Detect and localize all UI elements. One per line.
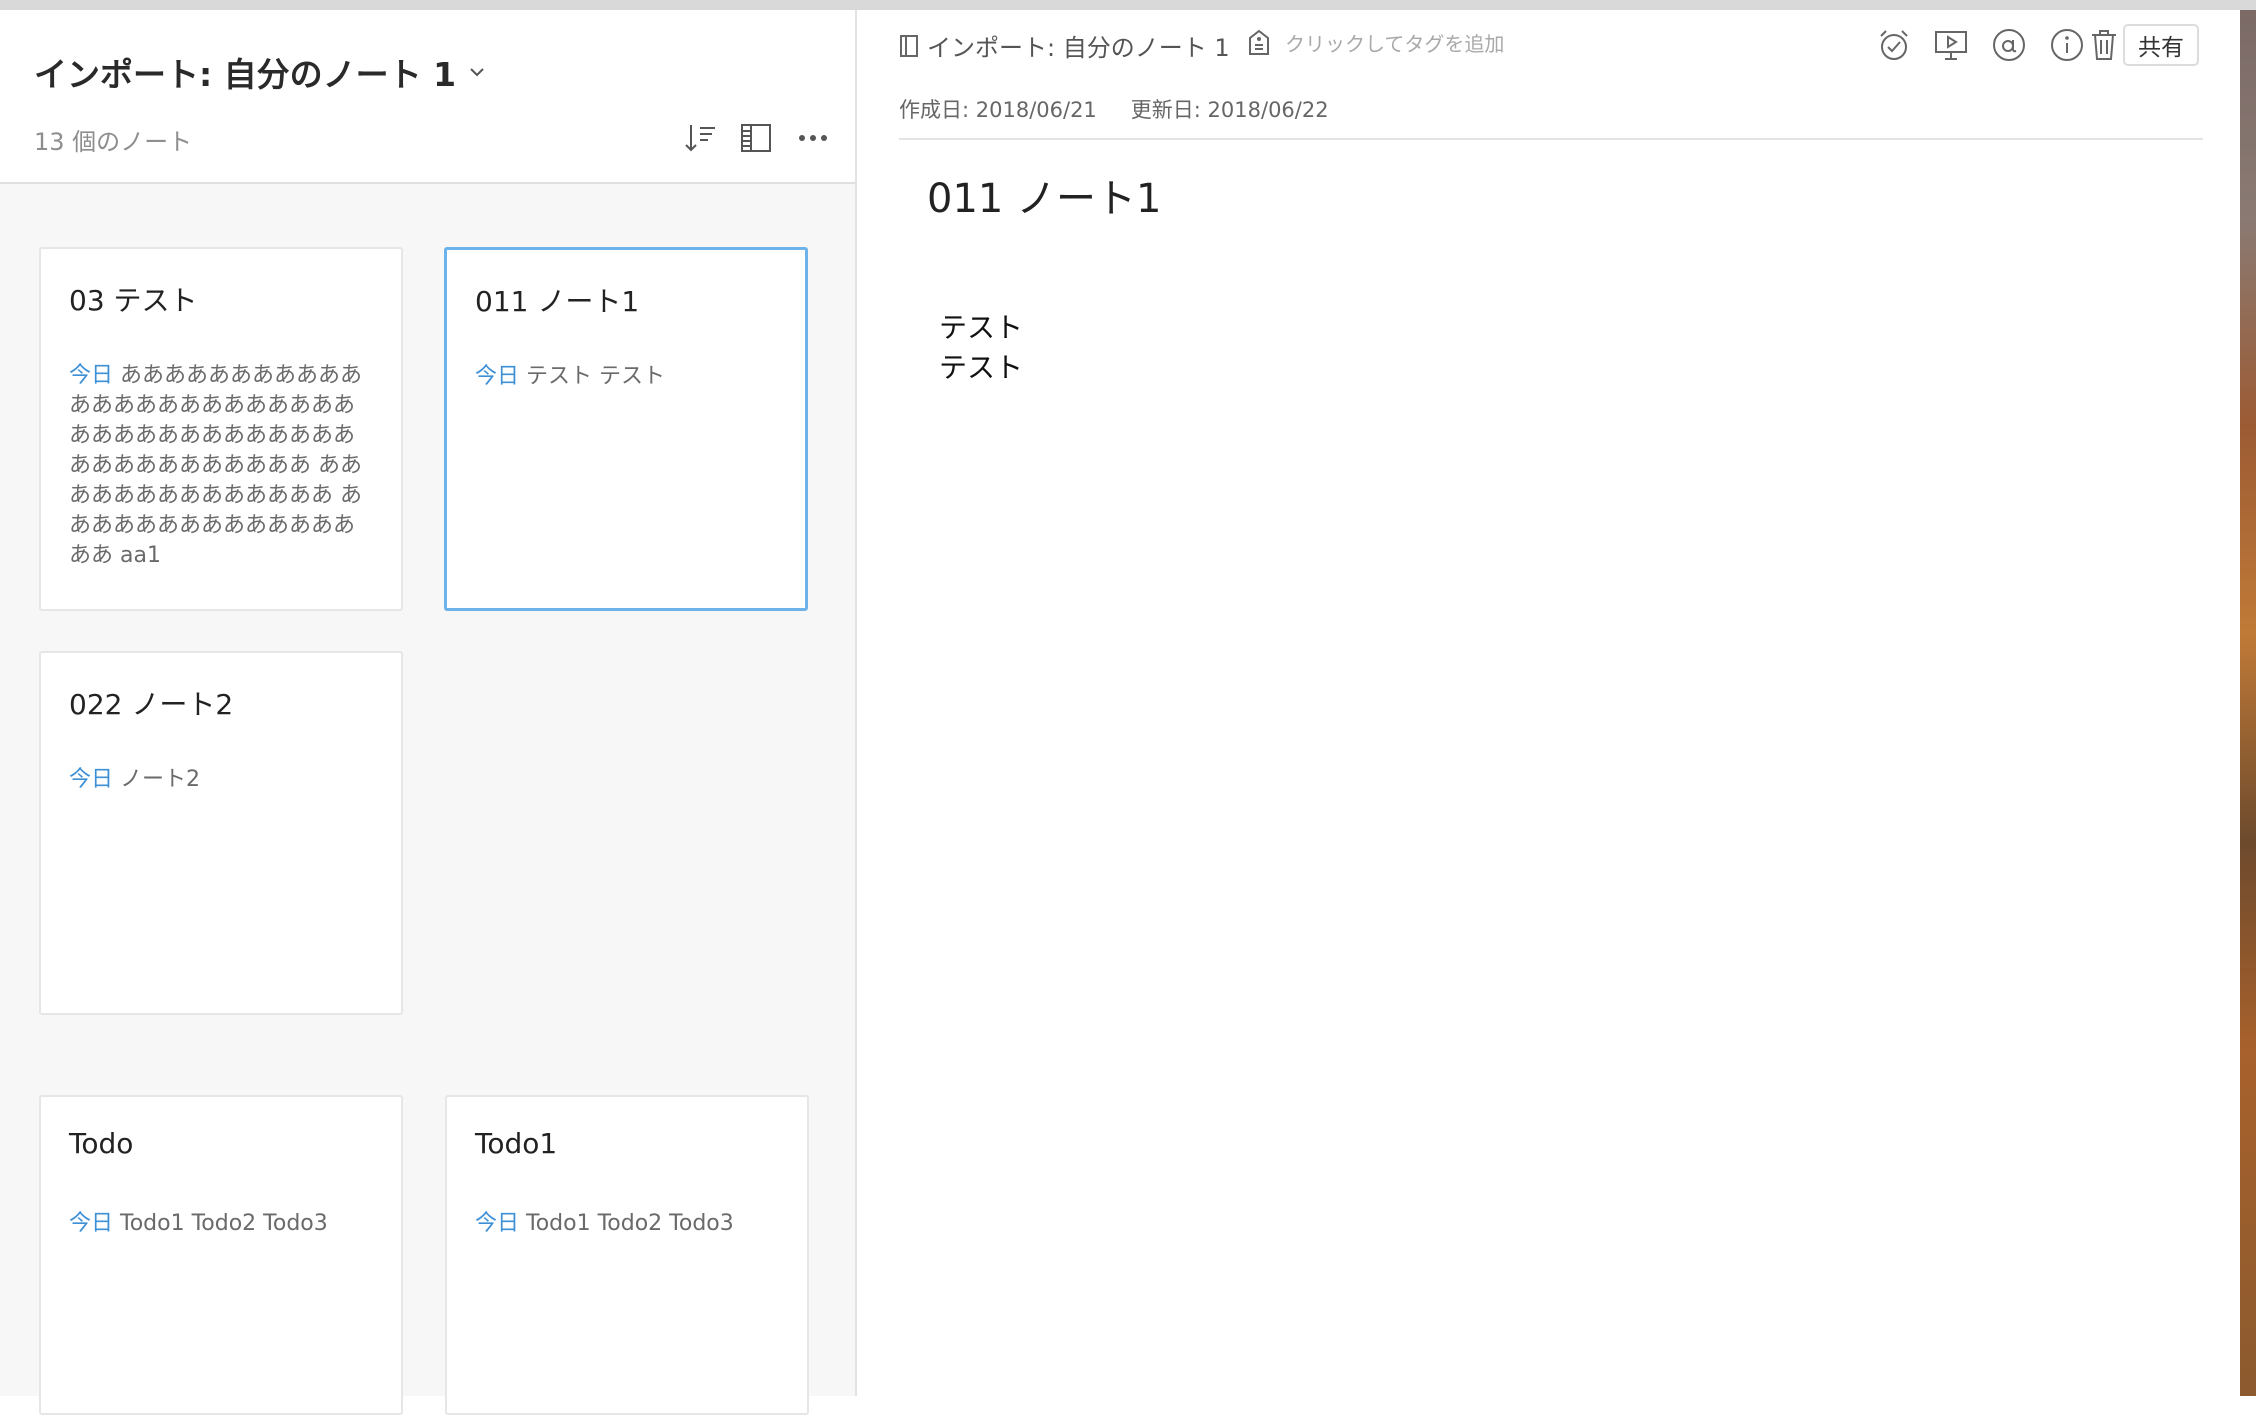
trash-icon[interactable] — [2083, 24, 2125, 66]
tag-icon — [1247, 29, 1271, 57]
note-title-field[interactable]: 011 ノート1 — [927, 166, 1162, 224]
note-card-snippet: 今日 Todo1 Todo2 Todo3 — [69, 1209, 375, 1239]
note-card-title: Todo — [69, 1127, 134, 1160]
note-list-header: インポート: 自分のノート 1 13 個のノート — [0, 10, 855, 184]
window-top-edge — [0, 0, 2256, 10]
sort-icon[interactable] — [680, 118, 720, 158]
note-card-date: 今日 — [475, 1211, 520, 1236]
note-meta: 作成日: 2018/06/21 更新日: 2018/06/22 — [899, 94, 1329, 124]
notebook-icon — [899, 34, 919, 58]
note-card-snippet: 今日 あああああああああああああああああああああああああああああああああああああ… — [69, 361, 375, 571]
note-card-title: 03 テスト — [69, 284, 198, 317]
info-icon[interactable] — [2046, 24, 2088, 66]
note-card[interactable]: 03 テスト 今日 ああああああああああああああああああああああああああああああ… — [39, 247, 403, 611]
notebook-breadcrumb-label: インポート: 自分のノート 1 — [927, 34, 1230, 62]
note-body-line: テスト — [939, 311, 1024, 344]
add-tag-field[interactable]: クリックしてタグを追加 — [1247, 28, 1504, 57]
present-icon[interactable] — [1930, 24, 1972, 66]
note-card-snippet: 今日 Todo1 Todo2 Todo3 — [475, 1209, 781, 1239]
note-card[interactable]: Todo1 今日 Todo1 Todo2 Todo3 — [445, 1095, 809, 1415]
note-list-panel: インポート: 自分のノート 1 13 個のノート 03 テスト 今日 あああああ… — [0, 10, 857, 1415]
note-card[interactable]: Todo 今日 Todo1 Todo2 Todo3 — [39, 1095, 403, 1415]
note-card-title: Todo1 — [475, 1127, 558, 1160]
note-body-line: テスト — [939, 351, 1024, 384]
note-body-editor[interactable]: テスト テスト — [939, 308, 1023, 388]
note-card-snippet: 今日 テスト テスト — [475, 362, 781, 392]
mention-icon[interactable] — [1988, 24, 2030, 66]
note-card-selected[interactable]: 011 ノート1 今日 テスト テスト — [444, 247, 808, 611]
created-date: 作成日: 2018/06/21 — [899, 98, 1097, 122]
more-icon[interactable] — [793, 118, 833, 158]
note-card-date: 今日 — [69, 1211, 114, 1236]
notebook-breadcrumb[interactable]: インポート: 自分のノート 1 — [899, 28, 1230, 63]
note-card[interactable]: 022 ノート2 今日 ノート2 — [39, 651, 403, 1015]
note-card-snippet: 今日 ノート2 — [69, 765, 375, 795]
editor-divider — [899, 138, 2203, 140]
note-card-text: Todo1 Todo2 Todo3 — [526, 1211, 734, 1236]
note-card-title: 011 ノート1 — [475, 285, 640, 318]
note-count: 13 個のノート — [34, 128, 193, 156]
share-button[interactable]: 共有 — [2123, 24, 2199, 66]
chevron-down-icon — [466, 61, 488, 83]
note-card-text: ノート2 — [120, 767, 201, 792]
notebook-title-dropdown[interactable]: インポート: 自分のノート 1 — [34, 48, 488, 96]
view-toggle-icon[interactable] — [736, 118, 776, 158]
note-card-date: 今日 — [69, 363, 114, 388]
notebook-title: インポート: 自分のノート 1 — [34, 55, 457, 94]
updated-date: 更新日: 2018/06/22 — [1130, 98, 1329, 122]
note-card-text: テスト テスト — [526, 364, 666, 389]
note-card-text: ああああああああああああああああああああああああああああああああああああああああ… — [69, 363, 363, 568]
note-card-title: 022 ノート2 — [69, 688, 234, 721]
note-card-date: 今日 — [475, 364, 520, 389]
reminder-icon[interactable] — [1873, 24, 1915, 66]
add-tag-placeholder: クリックしてタグを追加 — [1285, 32, 1505, 56]
note-card-text: Todo1 Todo2 Todo3 — [120, 1211, 328, 1236]
note-card-date: 今日 — [69, 767, 114, 792]
note-editor: インポート: 自分のノート 1 クリックしてタグを追加 共有 作成日: 2018… — [859, 10, 2240, 1396]
desktop-wallpaper-edge — [2240, 10, 2256, 1396]
